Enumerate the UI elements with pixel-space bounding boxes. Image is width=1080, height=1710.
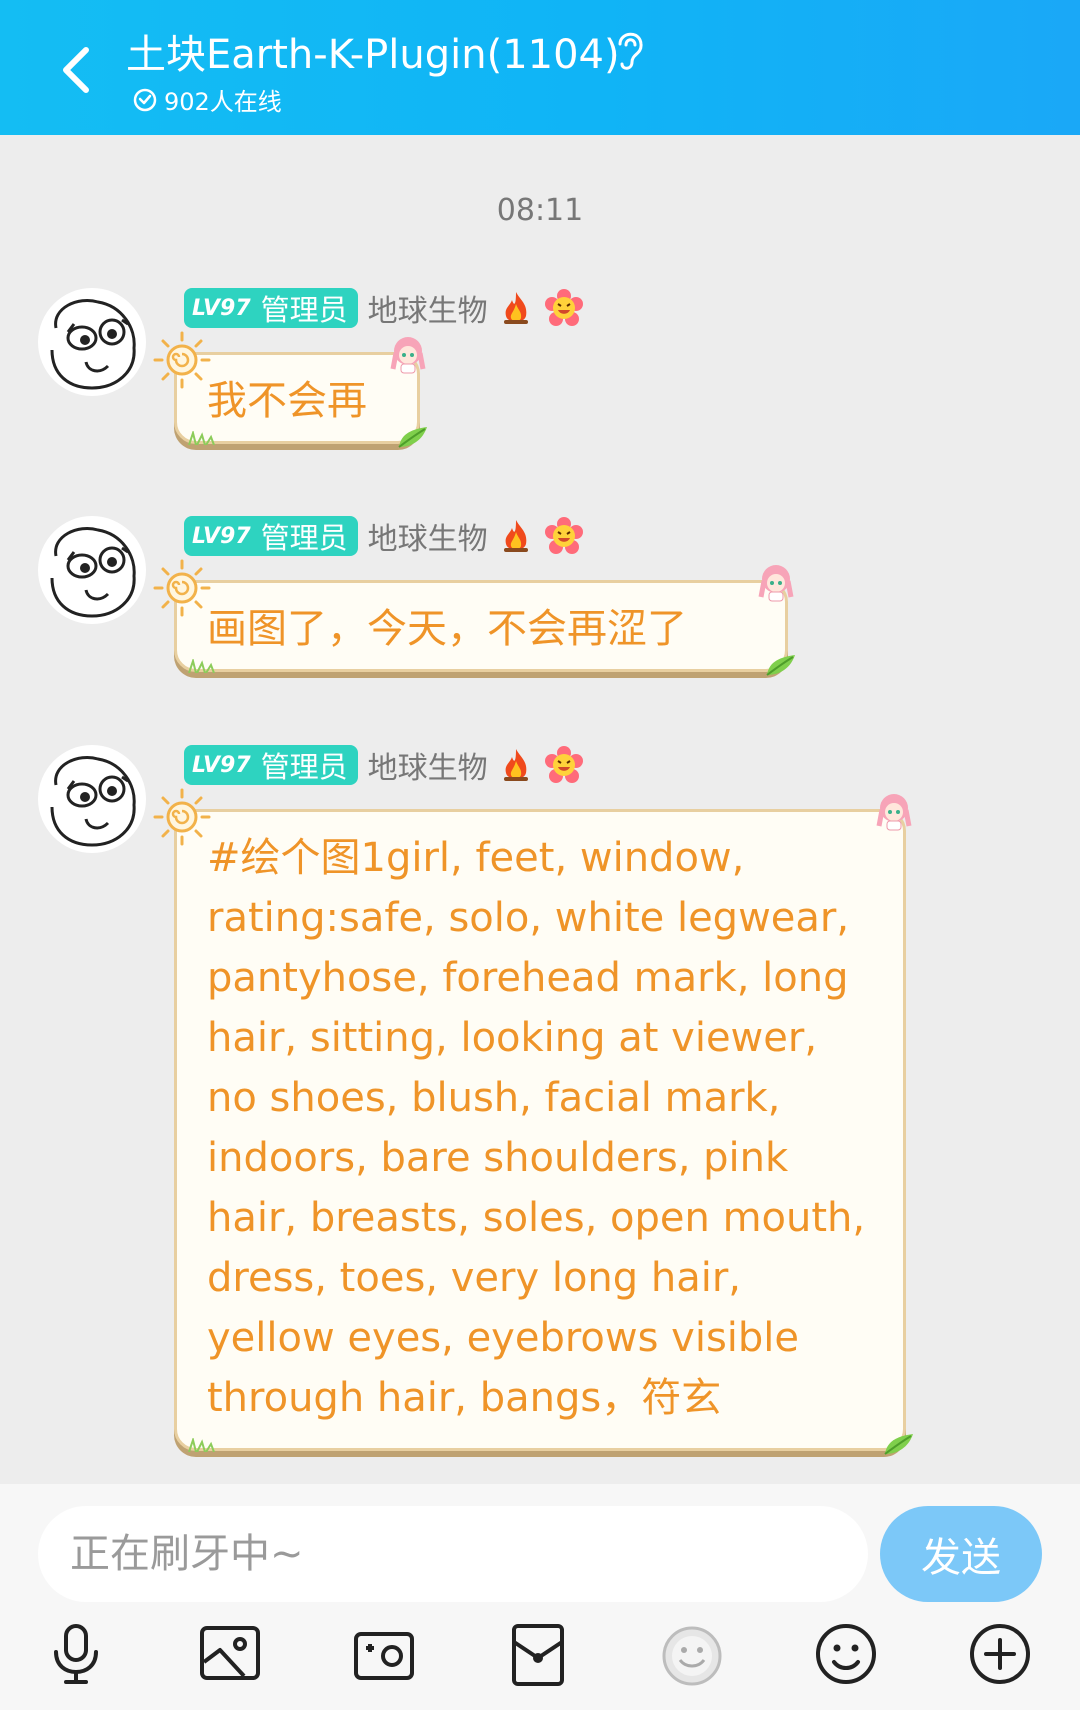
grass-icon [188, 659, 215, 673]
sticker-icon[interactable] [656, 1618, 728, 1690]
level-badge: LV97 管理员 [184, 745, 358, 785]
avatar[interactable] [38, 516, 146, 624]
camera-icon[interactable] [348, 1618, 420, 1690]
sender-meta: LV97 管理员 地球生物 [184, 743, 584, 787]
emoji-icon[interactable] [810, 1618, 882, 1690]
role-text: 管理员 [260, 750, 348, 784]
red-packet-icon[interactable] [502, 1618, 574, 1690]
timestamp: 08:11 [496, 193, 584, 228]
sender-name[interactable]: 地球生物 [368, 514, 488, 558]
avatar[interactable] [38, 288, 146, 396]
sender-meta: LV97 管理员 地球生物 [184, 286, 584, 330]
level-text: LV97 [192, 752, 251, 778]
anime-girl-sticker-icon [758, 565, 794, 602]
group-title[interactable]: 土块Earth-K-Plugin(1104) [126, 22, 620, 80]
message-text: #绘个图1girl, feet, window, rating:safe, so… [207, 835, 878, 1421]
message-bubble[interactable]: 我不会再 [153, 331, 427, 448]
rage-face-icon [50, 756, 136, 847]
check-circle-icon [133, 88, 157, 111]
flower-smile-icon [544, 289, 583, 326]
role-text: 管理员 [260, 521, 348, 555]
level-text: LV97 [192, 295, 251, 321]
grass-icon [188, 431, 215, 445]
input-toolbar [0, 1618, 1080, 1698]
online-count: 902人在线 [132, 82, 282, 117]
rage-face-icon [50, 299, 136, 390]
level-badge: LV97 管理员 [184, 288, 358, 328]
fire-icon [503, 520, 528, 552]
leaf-icon [766, 655, 795, 676]
message-input[interactable] [38, 1506, 868, 1602]
sun-swirl-icon [153, 331, 211, 389]
fire-icon [503, 749, 528, 781]
send-button[interactable]: 发送 [880, 1506, 1042, 1602]
sender-name[interactable]: 地球生物 [368, 743, 488, 787]
plus-icon[interactable] [964, 1618, 1036, 1690]
input-bar: 发送 [0, 1484, 1080, 1710]
online-count-text: 902人在线 [164, 88, 282, 116]
chat-header: 土块Earth-K-Plugin(1104) 902人在线 [0, 0, 1080, 135]
grass-icon [188, 1438, 215, 1452]
message-text: 画图了，今天，不会再涩了 [207, 606, 687, 652]
avatar[interactable] [38, 745, 146, 853]
message-text: 我不会再 [207, 378, 367, 424]
microphone-icon[interactable] [40, 1618, 112, 1690]
flower-smile-icon [544, 517, 583, 554]
ear-icon[interactable] [612, 26, 648, 74]
leaf-icon [884, 1434, 913, 1455]
sender-meta: LV97 管理员 地球生物 [184, 514, 584, 558]
anime-girl-sticker-icon [390, 337, 426, 374]
rage-face-icon [50, 527, 136, 618]
anime-girl-sticker-icon [876, 794, 912, 831]
sender-name[interactable]: 地球生物 [368, 286, 488, 330]
image-icon[interactable] [194, 1618, 266, 1690]
flower-smile-icon [544, 746, 583, 783]
sun-swirl-icon [153, 559, 211, 617]
leaf-icon [398, 427, 427, 448]
level-badge: LV97 管理员 [184, 516, 358, 556]
message-bubble[interactable]: 画图了，今天，不会再涩了 [153, 559, 795, 676]
sun-swirl-icon [153, 788, 211, 846]
level-text: LV97 [192, 523, 251, 549]
message-bubble[interactable]: #绘个图1girl, feet, window, rating:safe, so… [153, 788, 913, 1455]
role-text: 管理员 [260, 293, 348, 327]
back-arrow-icon[interactable] [52, 40, 102, 100]
fire-icon [503, 292, 528, 324]
